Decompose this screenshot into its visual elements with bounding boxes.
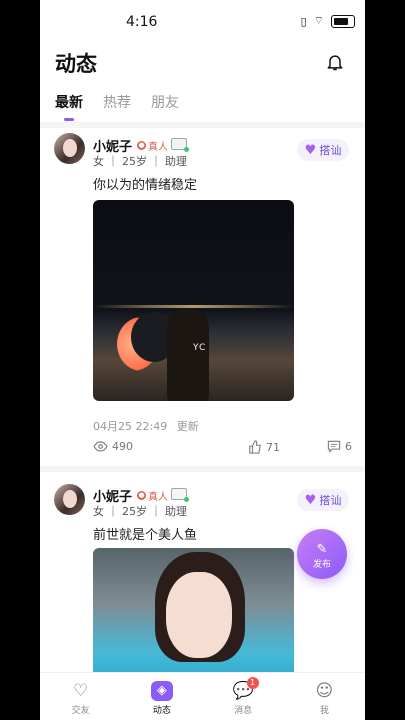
pen-icon: ✎ (316, 542, 328, 557)
post-text: 你以为的情绪稳定 (93, 178, 198, 193)
avatar[interactable] (54, 484, 85, 515)
person-silhouette (167, 308, 209, 401)
views-stat: 490 (93, 440, 133, 453)
wifi-icon: ⌔ (313, 14, 325, 27)
status-icons: ▯ ⌔ (301, 14, 355, 28)
id-verified-icon (171, 138, 189, 152)
face-shape (166, 572, 232, 658)
tab-latest[interactable]: 最新 (55, 92, 83, 121)
tabbar-item-messages[interactable]: 💬 1 消息 (203, 673, 284, 720)
thumbs-up-icon (249, 440, 261, 454)
divider (40, 122, 365, 128)
tabbar-label: 消息 (234, 706, 253, 716)
real-badge-label: 真人 (148, 142, 168, 153)
heart-icon: ♥ (304, 142, 317, 158)
tabbar-item-me[interactable]: ☺ 我 (284, 673, 365, 720)
id-verified-icon (171, 488, 189, 502)
app-screen: 4:16 ▯ ⌔ 动态 最新 热荐 朋友 小妮子 ● 真人 女 ｜ 25岁 ｜ … (40, 0, 365, 720)
post-text: 前世就是个美人鱼 (93, 528, 198, 543)
comment-icon (327, 440, 341, 453)
comment-button[interactable]: 6 (327, 440, 352, 453)
tabbar-item-dating[interactable]: ♡ 交友 (40, 673, 121, 720)
user-meta: 女 ｜ 25岁 ｜ 助理 (93, 155, 187, 168)
tabbar-label: 动态 (152, 706, 171, 716)
page-title: 动态 (55, 52, 97, 76)
publish-button[interactable]: ✎ 发布 (297, 529, 347, 579)
like-button[interactable]: 71 (248, 440, 280, 454)
post-time-row: 04月25 22:49 更新 (93, 418, 199, 434)
tabbar-item-feed[interactable]: ◈ 动态 (121, 673, 202, 720)
bell-icon[interactable] (325, 52, 345, 72)
neon-sign: YC (193, 343, 207, 353)
chat-up-label: 搭讪 (319, 494, 342, 507)
chat-up-button[interactable]: ♥ 搭讪 (297, 489, 349, 511)
real-badge: ● 真人 (137, 488, 168, 503)
tabbar-label: 我 (319, 706, 329, 716)
feed-tabs: 最新 热荐 朋友 (55, 92, 179, 121)
real-badge-icon: ● (137, 491, 146, 500)
avatar[interactable] (54, 133, 85, 164)
chat-up-label: 搭讪 (319, 144, 342, 157)
chat-up-button[interactable]: ♥ 搭讪 (297, 139, 349, 161)
views-count: 490 (112, 440, 133, 453)
tabbar-label: 交友 (71, 706, 90, 716)
comments-count: 6 (345, 440, 352, 453)
post-image[interactable]: YC (93, 200, 294, 401)
eye-icon (93, 441, 108, 452)
tab-hot[interactable]: 热荐 (103, 92, 131, 112)
heartbeat-icon: ♡ (73, 681, 89, 701)
vibrate-icon: ▯ (300, 14, 308, 28)
divider (40, 466, 365, 472)
status-time: 4:16 (126, 14, 158, 30)
real-badge-label: 真人 (148, 492, 168, 503)
tab-friends[interactable]: 朋友 (151, 92, 179, 112)
unread-badge: 1 (246, 677, 259, 689)
feed-icon: ◈ (150, 681, 173, 701)
update-label: 更新 (176, 420, 199, 433)
bottom-tab-bar: ♡ 交友 ◈ 动态 💬 1 消息 ☺ 我 (40, 672, 365, 720)
user-meta: 女 ｜ 25岁 ｜ 助理 (93, 505, 187, 518)
publish-label: 发布 (312, 560, 331, 570)
post-time: 04月25 22:49 (93, 420, 168, 433)
post-image[interactable] (93, 548, 294, 688)
real-badge-icon: ● (137, 141, 146, 150)
likes-count: 71 (266, 440, 280, 454)
smile-icon: ☺ (315, 681, 334, 701)
battery-icon (331, 14, 355, 28)
heart-icon: ♥ (304, 492, 317, 508)
real-badge: ● 真人 (137, 138, 168, 153)
status-bar: 4:16 ▯ ⌔ (40, 0, 365, 40)
